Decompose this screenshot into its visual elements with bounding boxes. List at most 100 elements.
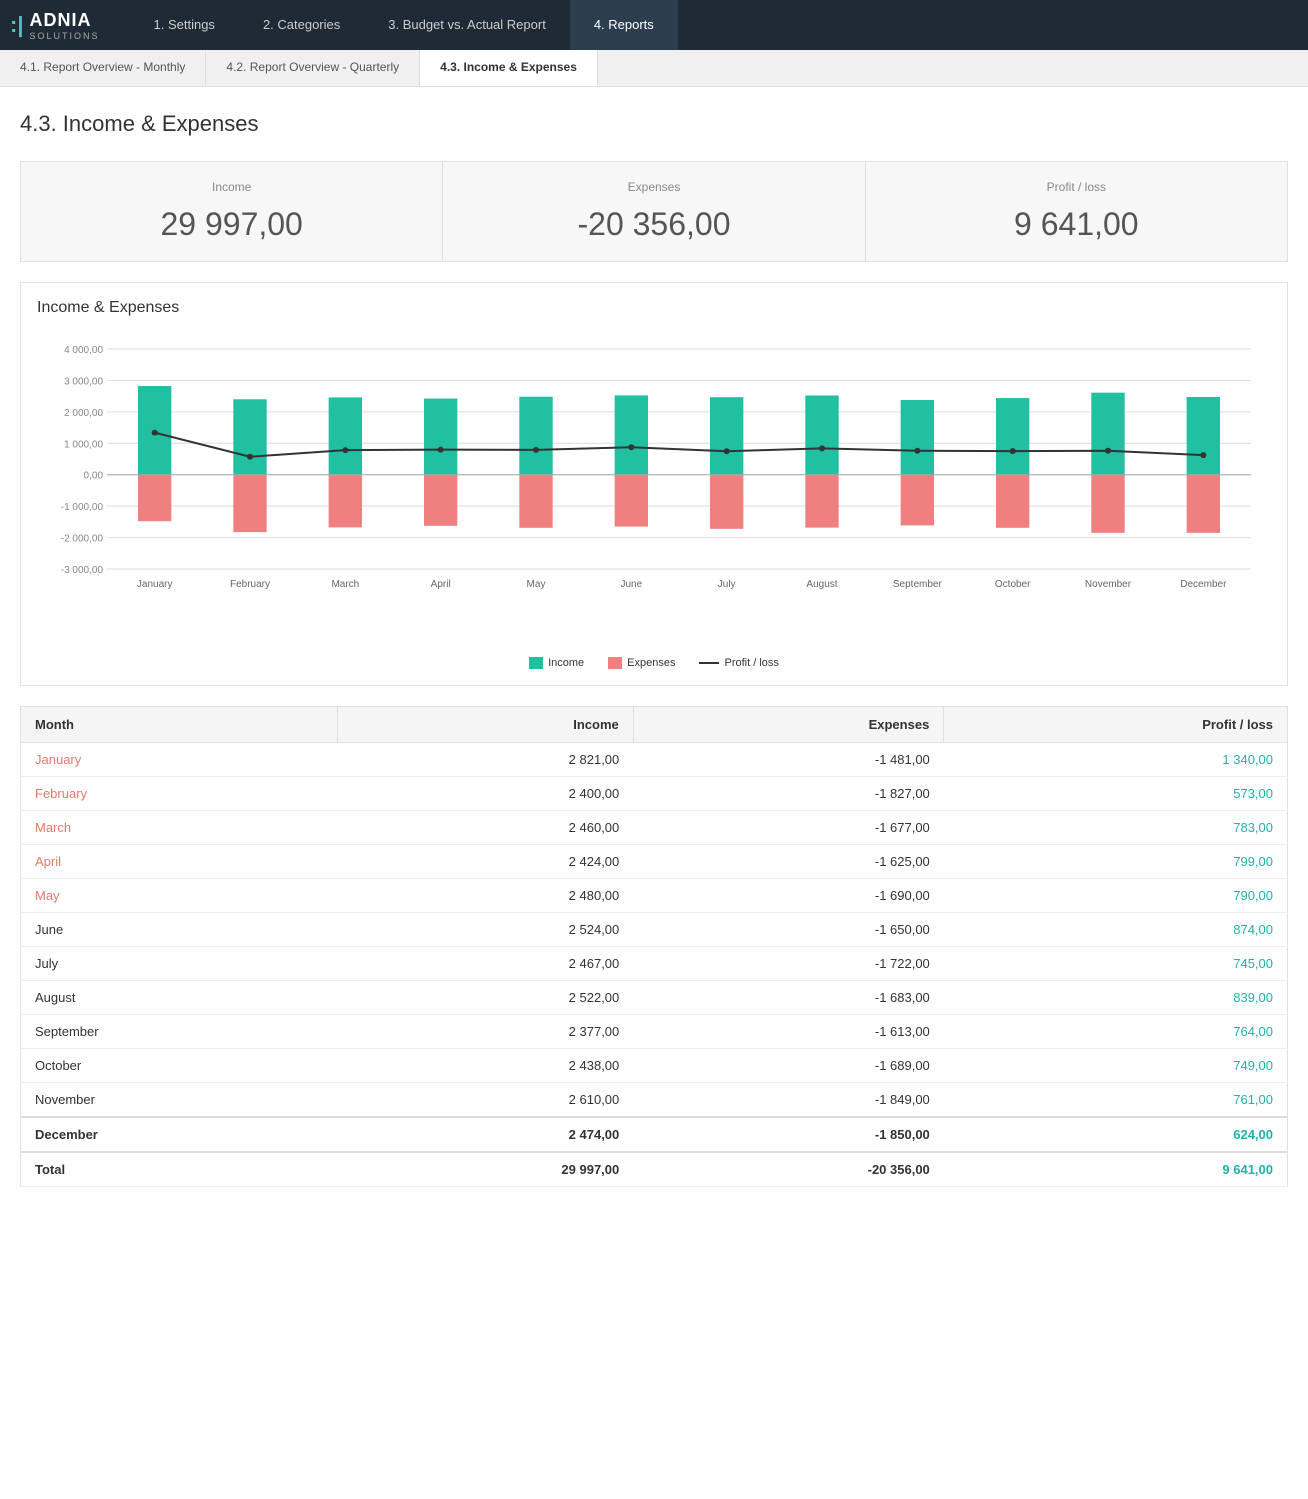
cell-income: 2 480,00 xyxy=(338,879,634,913)
total-label: Total xyxy=(21,1152,338,1187)
table-row: April 2 424,00 -1 625,00 799,00 xyxy=(21,845,1288,879)
table-row: October 2 438,00 -1 689,00 749,00 xyxy=(21,1049,1288,1083)
expenses-label: Expenses xyxy=(463,180,844,194)
cell-income: 2 424,00 xyxy=(338,845,634,879)
cell-profit: 874,00 xyxy=(944,913,1288,947)
logo-subtitle: SOLUTIONS xyxy=(29,31,99,41)
cell-profit: 1 340,00 xyxy=(944,743,1288,777)
legend-expenses-color xyxy=(608,657,622,669)
cell-income: 2 474,00 xyxy=(338,1117,634,1152)
nav-tab-categories[interactable]: 2. Categories xyxy=(239,0,364,50)
cell-expenses: -1 683,00 xyxy=(633,981,944,1015)
main-nav-tabs: 1. Settings 2. Categories 3. Budget vs. … xyxy=(130,0,1299,50)
cell-month: December xyxy=(21,1117,338,1152)
table-row: July 2 467,00 -1 722,00 745,00 xyxy=(21,947,1288,981)
col-header-profit: Profit / loss xyxy=(944,707,1288,743)
legend-profit-label: Profit / loss xyxy=(724,657,778,669)
cell-profit: 839,00 xyxy=(944,981,1288,1015)
cell-profit: 745,00 xyxy=(944,947,1288,981)
cell-expenses: -1 722,00 xyxy=(633,947,944,981)
table-row: June 2 524,00 -1 650,00 874,00 xyxy=(21,913,1288,947)
col-header-income: Income xyxy=(338,707,634,743)
table-row: January 2 821,00 -1 481,00 1 340,00 xyxy=(21,743,1288,777)
nav-tab-settings[interactable]: 1. Settings xyxy=(130,0,239,50)
table-row: November 2 610,00 -1 849,00 761,00 xyxy=(21,1083,1288,1118)
sub-tab-monthly[interactable]: 4.1. Report Overview - Monthly xyxy=(0,50,206,86)
cell-income: 2 400,00 xyxy=(338,777,634,811)
legend-profit: Profit / loss xyxy=(699,657,778,669)
cell-month: July xyxy=(21,947,338,981)
cell-month: March xyxy=(21,811,338,845)
cell-month: November xyxy=(21,1083,338,1118)
legend-profit-line xyxy=(699,662,719,664)
cell-expenses: -1 677,00 xyxy=(633,811,944,845)
col-header-month: Month xyxy=(21,707,338,743)
legend-income: Income xyxy=(529,657,584,669)
cell-profit: 749,00 xyxy=(944,1049,1288,1083)
expenses-value: -20 356,00 xyxy=(463,206,844,243)
profit-value: 9 641,00 xyxy=(886,206,1267,243)
cell-income: 2 524,00 xyxy=(338,913,634,947)
cell-expenses: -1 690,00 xyxy=(633,879,944,913)
profit-card: Profit / loss 9 641,00 xyxy=(866,162,1287,261)
expenses-card: Expenses -20 356,00 xyxy=(443,162,865,261)
nav-tab-reports[interactable]: 4. Reports xyxy=(570,0,678,50)
bar-chart xyxy=(37,329,1271,629)
col-header-expenses: Expenses xyxy=(633,707,944,743)
cell-month: August xyxy=(21,981,338,1015)
chart-container: Income & Expenses Income Expenses Profit… xyxy=(20,282,1288,686)
cell-month: April xyxy=(21,845,338,879)
chart-area xyxy=(37,329,1271,649)
table-row: February 2 400,00 -1 827,00 573,00 xyxy=(21,777,1288,811)
legend-expenses-label: Expenses xyxy=(627,657,675,669)
cell-income: 2 460,00 xyxy=(338,811,634,845)
cell-profit: 790,00 xyxy=(944,879,1288,913)
cell-expenses: -1 481,00 xyxy=(633,743,944,777)
sub-tab-quarterly[interactable]: 4.2. Report Overview - Quarterly xyxy=(206,50,420,86)
chart-title: Income & Expenses xyxy=(37,299,1271,317)
logo-name: ADNIA xyxy=(29,10,91,30)
summary-cards: Income 29 997,00 Expenses -20 356,00 Pro… xyxy=(20,161,1288,262)
legend-income-color xyxy=(529,657,543,669)
cell-month: September xyxy=(21,1015,338,1049)
cell-expenses: -1 613,00 xyxy=(633,1015,944,1049)
cell-profit: 624,00 xyxy=(944,1117,1288,1152)
logo-icon: :| xyxy=(10,12,23,38)
top-navigation: :| ADNIA SOLUTIONS 1. Settings 2. Catego… xyxy=(0,0,1308,50)
cell-profit: 783,00 xyxy=(944,811,1288,845)
table-row: August 2 522,00 -1 683,00 839,00 xyxy=(21,981,1288,1015)
cell-month: February xyxy=(21,777,338,811)
page-title: 4.3. Income & Expenses xyxy=(20,111,1288,137)
cell-expenses: -1 850,00 xyxy=(633,1117,944,1152)
total-profit: 9 641,00 xyxy=(944,1152,1288,1187)
profit-label: Profit / loss xyxy=(886,180,1267,194)
table-row: December 2 474,00 -1 850,00 624,00 xyxy=(21,1117,1288,1152)
cell-profit: 761,00 xyxy=(944,1083,1288,1118)
table-row: March 2 460,00 -1 677,00 783,00 xyxy=(21,811,1288,845)
logo: :| ADNIA SOLUTIONS xyxy=(10,10,100,41)
legend-expenses: Expenses xyxy=(608,657,675,669)
page-content: 4.3. Income & Expenses Income 29 997,00 … xyxy=(0,87,1308,1211)
cell-income: 2 610,00 xyxy=(338,1083,634,1118)
table-row: September 2 377,00 -1 613,00 764,00 xyxy=(21,1015,1288,1049)
cell-month: October xyxy=(21,1049,338,1083)
cell-profit: 764,00 xyxy=(944,1015,1288,1049)
income-value: 29 997,00 xyxy=(41,206,422,243)
sub-tab-income-expenses[interactable]: 4.3. Income & Expenses xyxy=(420,50,598,86)
cell-profit: 573,00 xyxy=(944,777,1288,811)
cell-income: 2 438,00 xyxy=(338,1049,634,1083)
cell-expenses: -1 625,00 xyxy=(633,845,944,879)
chart-legend: Income Expenses Profit / loss xyxy=(37,657,1271,669)
cell-expenses: -1 849,00 xyxy=(633,1083,944,1118)
cell-income: 2 522,00 xyxy=(338,981,634,1015)
nav-tab-budget[interactable]: 3. Budget vs. Actual Report xyxy=(364,0,570,50)
data-table: Month Income Expenses Profit / loss Janu… xyxy=(20,706,1288,1187)
cell-month: June xyxy=(21,913,338,947)
income-label: Income xyxy=(41,180,422,194)
total-expenses: -20 356,00 xyxy=(633,1152,944,1187)
total-income: 29 997,00 xyxy=(338,1152,634,1187)
cell-income: 2 821,00 xyxy=(338,743,634,777)
sub-navigation: 4.1. Report Overview - Monthly 4.2. Repo… xyxy=(0,50,1308,87)
cell-expenses: -1 689,00 xyxy=(633,1049,944,1083)
cell-profit: 799,00 xyxy=(944,845,1288,879)
